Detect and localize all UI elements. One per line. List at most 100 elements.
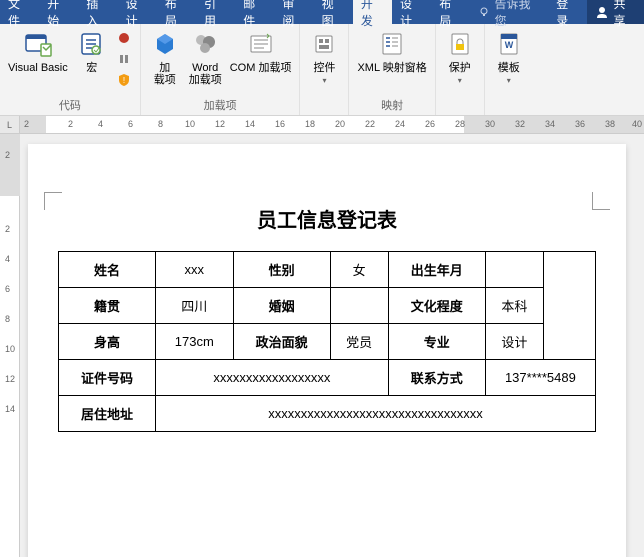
macros-icon: [76, 28, 108, 60]
ribbon-group-protect: 保护▾: [436, 24, 485, 115]
share-button[interactable]: 共享: [587, 0, 644, 24]
tab-layout[interactable]: 布局: [157, 0, 196, 24]
dropdown-icon: ▾: [322, 76, 326, 85]
record-macro-button[interactable]: [114, 28, 134, 48]
cell-major-label[interactable]: 专业: [388, 324, 485, 360]
word-addins-icon: [189, 28, 221, 60]
tab-file[interactable]: 文件: [0, 0, 39, 24]
cell-id-value[interactable]: xxxxxxxxxxxxxxxxxx: [155, 360, 388, 396]
cell-name-label[interactable]: 姓名: [59, 252, 156, 288]
employee-info-table[interactable]: 姓名 xxx 性别 女 出生年月 籍贯 四川 婚姻 文化程度 本科: [58, 251, 596, 432]
tab-mailings[interactable]: 邮件: [235, 0, 274, 24]
login-button[interactable]: 登录: [548, 0, 587, 24]
tab-design-2[interactable]: 设计: [392, 0, 431, 24]
word-addins-button[interactable]: Word 加载项: [185, 26, 226, 88]
word-addins-label: Word 加载项: [189, 62, 222, 86]
cell-address-value[interactable]: xxxxxxxxxxxxxxxxxxxxxxxxxxxxxxxxx: [155, 396, 595, 432]
cell-sex-label[interactable]: 性别: [233, 252, 330, 288]
document-page[interactable]: 员工信息登记表 姓名 xxx 性别 女 出生年月 籍贯 四川 婚姻 文化程度: [28, 144, 626, 557]
cell-hunyin-value[interactable]: [330, 288, 388, 324]
cell-photo[interactable]: [544, 252, 596, 360]
template-button[interactable]: W 模板▾: [489, 26, 529, 88]
pause-recording-button[interactable]: [114, 49, 134, 69]
ribbon: Visual Basic 宏 ! 代码 加 载项: [0, 24, 644, 116]
dropdown-icon: ▾: [458, 76, 462, 85]
margin-marker-tl: [44, 192, 62, 210]
visual-basic-label: Visual Basic: [8, 62, 68, 74]
tab-design[interactable]: 设计: [118, 0, 157, 24]
xml-mapping-label: XML 映射窗格: [357, 62, 426, 74]
cell-tel-value[interactable]: 137****5489: [485, 360, 595, 396]
cell-height-value[interactable]: 173cm: [155, 324, 233, 360]
com-addins-icon: [245, 28, 277, 60]
table-row: 居住地址 xxxxxxxxxxxxxxxxxxxxxxxxxxxxxxxxx: [59, 396, 596, 432]
ruler-corner: L: [0, 116, 20, 134]
document-title[interactable]: 员工信息登记表: [58, 204, 596, 233]
addins-label: 加 载项: [154, 62, 176, 86]
com-addins-label: COM 加载项: [230, 62, 292, 74]
group-code-label: 代码: [59, 95, 81, 115]
controls-button[interactable]: 控件▾: [304, 26, 344, 88]
addins-button[interactable]: 加 载项: [145, 26, 185, 88]
protect-label: 保护▾: [449, 62, 471, 86]
table-row: 身高 173cm 政治面貌 党员 专业 设计: [59, 324, 596, 360]
macros-button[interactable]: 宏: [72, 26, 112, 76]
cell-birth-label[interactable]: 出生年月: [388, 252, 485, 288]
page-scroll-area[interactable]: 员工信息登记表 姓名 xxx 性别 女 出生年月 籍贯 四川 婚姻 文化程度: [20, 134, 644, 557]
ribbon-group-code: Visual Basic 宏 ! 代码: [0, 24, 141, 115]
margin-marker-tr: [592, 192, 610, 210]
group-addins-label: 加载项: [204, 95, 237, 115]
table-row: 证件号码 xxxxxxxxxxxxxxxxxx 联系方式 137****5489: [59, 360, 596, 396]
cell-name-value[interactable]: xxx: [155, 252, 233, 288]
lightbulb-icon: [478, 6, 490, 18]
dropdown-icon: ▾: [507, 76, 511, 85]
svg-text:W: W: [504, 40, 513, 50]
horizontal-ruler[interactable]: L 2 2 4 6 8 10 12 14 16 18 20 22 24 26 2…: [0, 116, 644, 134]
ruler-h-ticks: 2 2 4 6 8 10 12 14 16 18 20 22 24 26 28 …: [20, 116, 644, 134]
tab-references[interactable]: 引用: [196, 0, 235, 24]
cell-edu-label[interactable]: 文化程度: [388, 288, 485, 324]
cell-height-label[interactable]: 身高: [59, 324, 156, 360]
cell-address-label[interactable]: 居住地址: [59, 396, 156, 432]
cell-political-value[interactable]: 党员: [330, 324, 388, 360]
cell-political-label[interactable]: 政治面貌: [233, 324, 330, 360]
ribbon-group-template: W 模板▾: [485, 24, 533, 115]
cell-jiguan-label[interactable]: 籍贯: [59, 288, 156, 324]
tab-review[interactable]: 审阅: [274, 0, 313, 24]
ribbon-group-addins: 加 载项 Word 加载项 COM 加载项 加载项: [141, 24, 301, 115]
cell-birth-value[interactable]: [485, 252, 543, 288]
cell-jiguan-value[interactable]: 四川: [155, 288, 233, 324]
controls-icon: [308, 28, 340, 60]
menu-tab-bar: 文件 开始 插入 设计 布局 引用 邮件 审阅 视图 开发 设计 布局 告诉我您…: [0, 0, 644, 24]
tab-developer[interactable]: 开发: [353, 0, 392, 24]
cell-hunyin-label[interactable]: 婚姻: [233, 288, 330, 324]
document-area: 2 2 4 6 8 10 12 14 员工信息登记表 姓名 xxx 性别 女 出…: [0, 134, 644, 557]
macro-security-button[interactable]: !: [114, 70, 134, 90]
cell-edu-value[interactable]: 本科: [485, 288, 543, 324]
group-xml-label: 映射: [381, 95, 403, 115]
cell-id-label[interactable]: 证件号码: [59, 360, 156, 396]
ribbon-group-xml: XML 映射窗格 映射: [349, 24, 435, 115]
protect-icon: [444, 28, 476, 60]
xml-mapping-icon: [376, 28, 408, 60]
tab-layout-2[interactable]: 布局: [431, 0, 470, 24]
tell-me-search[interactable]: 告诉我您: [470, 0, 548, 24]
table-row: 籍贯 四川 婚姻 文化程度 本科: [59, 288, 596, 324]
cell-sex-value[interactable]: 女: [330, 252, 388, 288]
visual-basic-button[interactable]: Visual Basic: [4, 26, 72, 76]
tab-view[interactable]: 视图: [314, 0, 353, 24]
macros-label: 宏: [86, 62, 97, 74]
share-person-icon: [595, 5, 609, 19]
ribbon-group-controls: 控件▾: [300, 24, 349, 115]
cell-tel-label[interactable]: 联系方式: [388, 360, 485, 396]
share-label: 共享: [613, 0, 636, 29]
tab-home[interactable]: 开始: [39, 0, 78, 24]
tab-insert[interactable]: 插入: [78, 0, 117, 24]
protect-button[interactable]: 保护▾: [440, 26, 480, 88]
template-label: 模板▾: [498, 62, 520, 86]
com-addins-button[interactable]: COM 加载项: [226, 26, 296, 76]
code-small-buttons: !: [112, 26, 136, 92]
cell-major-value[interactable]: 设计: [485, 324, 543, 360]
vertical-ruler[interactable]: 2 2 4 6 8 10 12 14: [0, 134, 20, 557]
xml-mapping-button[interactable]: XML 映射窗格: [353, 26, 430, 76]
